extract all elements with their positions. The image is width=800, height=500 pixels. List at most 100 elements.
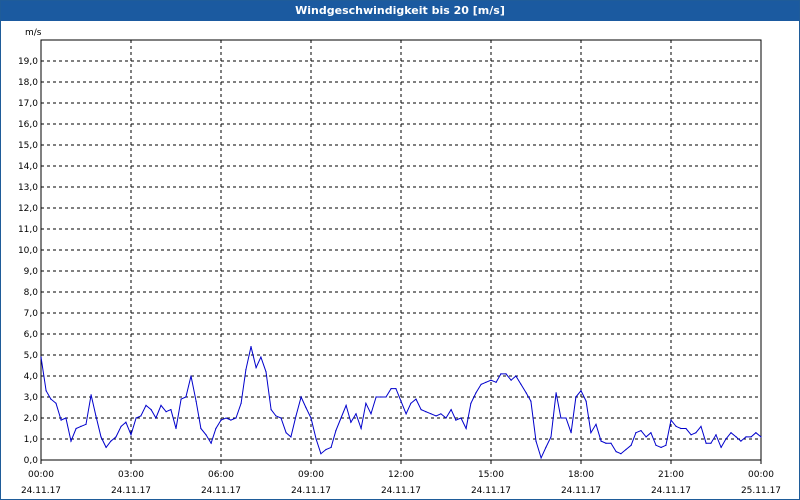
- y-tick-label: 7,0: [24, 309, 39, 319]
- data-point: [260, 356, 262, 358]
- data-point: [465, 427, 467, 430]
- data-point: [80, 425, 82, 427]
- data-point: [280, 417, 282, 419]
- data-point: [520, 383, 522, 385]
- data-point: [570, 432, 572, 434]
- data-point: [595, 423, 597, 425]
- data-point: [220, 419, 222, 421]
- y-tick-label: 4,0: [24, 372, 39, 382]
- data-point: [135, 417, 137, 419]
- data-point: [255, 367, 257, 369]
- data-point: [635, 432, 637, 434]
- data-point: [685, 427, 687, 430]
- data-point: [195, 400, 197, 402]
- y-axis-unit-label: m/s: [25, 28, 42, 38]
- data-point: [45, 390, 47, 392]
- x-tick-date-label: 24.11.17: [651, 486, 691, 496]
- x-tick-time-label: 15:00: [478, 470, 504, 480]
- data-point: [365, 402, 367, 404]
- data-point: [165, 411, 167, 413]
- data-point: [560, 417, 562, 419]
- x-tick-time-label: 21:00: [658, 470, 684, 480]
- data-point: [355, 413, 357, 415]
- data-point: [425, 411, 427, 413]
- data-point: [715, 434, 717, 436]
- data-point: [370, 413, 372, 415]
- y-tick-label: 1,0: [24, 435, 39, 445]
- data-point: [740, 440, 742, 442]
- data-point: [265, 371, 267, 373]
- x-tick-time-label: 09:00: [298, 470, 324, 480]
- data-point: [585, 400, 587, 402]
- data-point: [410, 402, 412, 404]
- data-point: [305, 406, 307, 409]
- data-point: [665, 444, 667, 446]
- y-axis-ticks: 0,0 1,0 2,0 3,0 4,0 5,0 6,0 7,0 8,0 9,0 10,0 11,0 12…: [18, 57, 38, 466]
- data-point: [755, 432, 757, 434]
- data-point: [40, 356, 42, 358]
- x-axis-ticks: 00:00 24.11.17 03:00 24.11.17 06:00 24.11.17 0…: [21, 460, 781, 496]
- data-point: [350, 421, 352, 423]
- data-point: [730, 432, 732, 434]
- y-tick-label: 19,0: [18, 57, 38, 67]
- data-point: [300, 396, 302, 398]
- data-point: [205, 434, 207, 436]
- data-point: [535, 440, 537, 442]
- y-tick-label: 2,0: [24, 414, 39, 424]
- data-point: [640, 430, 642, 432]
- data-point: [710, 442, 712, 444]
- data-point: [695, 432, 697, 434]
- y-tick-label: 9,0: [24, 267, 39, 277]
- data-point: [655, 444, 657, 446]
- x-tick-date-label: 24.11.17: [111, 486, 151, 496]
- data-point: [110, 440, 112, 442]
- y-tick-label: 16,0: [18, 120, 38, 130]
- y-tick-label: 17,0: [18, 99, 38, 109]
- data-point: [500, 373, 502, 375]
- y-tick-label: 14,0: [18, 162, 38, 172]
- data-point: [360, 427, 362, 430]
- data-point: [230, 419, 232, 421]
- wind-speed-chart: m/s 0,0 1,0 2,0 3,0 4,0 5,0 6,0 7,0 8,0 9,0 10,0 11…: [18, 28, 781, 496]
- data-point: [215, 427, 217, 430]
- data-point: [290, 436, 292, 438]
- data-point: [85, 423, 87, 425]
- y-tick-label: 18,0: [18, 78, 38, 88]
- chart-window: Windgeschwindigkeit bis 20 [m/s] m/s 0,0…: [0, 0, 800, 500]
- data-point: [330, 446, 332, 448]
- data-point: [705, 442, 707, 444]
- window-title: Windgeschwindigkeit bis 20 [m/s]: [1, 1, 799, 21]
- data-point: [400, 400, 402, 402]
- data-point: [240, 402, 242, 404]
- data-point: [320, 453, 322, 455]
- data-point: [55, 402, 57, 404]
- data-point: [185, 396, 187, 398]
- data-point: [375, 396, 377, 398]
- y-tick-label: 13,0: [18, 183, 38, 193]
- data-point: [490, 379, 492, 381]
- data-point: [450, 409, 452, 411]
- data-point: [145, 404, 147, 406]
- data-point: [190, 375, 192, 377]
- grid: [41, 40, 761, 460]
- x-tick-date-label: 24.11.17: [381, 486, 421, 496]
- data-point: [310, 417, 312, 419]
- data-point: [565, 417, 567, 419]
- data-point: [760, 436, 762, 438]
- data-point: [390, 388, 392, 390]
- data-point: [420, 409, 422, 411]
- data-point: [455, 419, 457, 421]
- x-tick-date-label: 24.11.17: [471, 486, 511, 496]
- data-point: [735, 436, 737, 438]
- data-point: [645, 436, 647, 438]
- y-tick-label: 8,0: [24, 288, 39, 298]
- x-tick-time-label: 18:00: [568, 470, 594, 480]
- data-point: [725, 438, 727, 440]
- y-tick-label: 0,0: [24, 456, 39, 466]
- data-point: [150, 409, 152, 411]
- x-tick-date-label: 24.11.17: [561, 486, 601, 496]
- data-point: [405, 413, 407, 415]
- data-point: [750, 436, 752, 438]
- data-point: [615, 451, 617, 453]
- data-point: [700, 425, 702, 427]
